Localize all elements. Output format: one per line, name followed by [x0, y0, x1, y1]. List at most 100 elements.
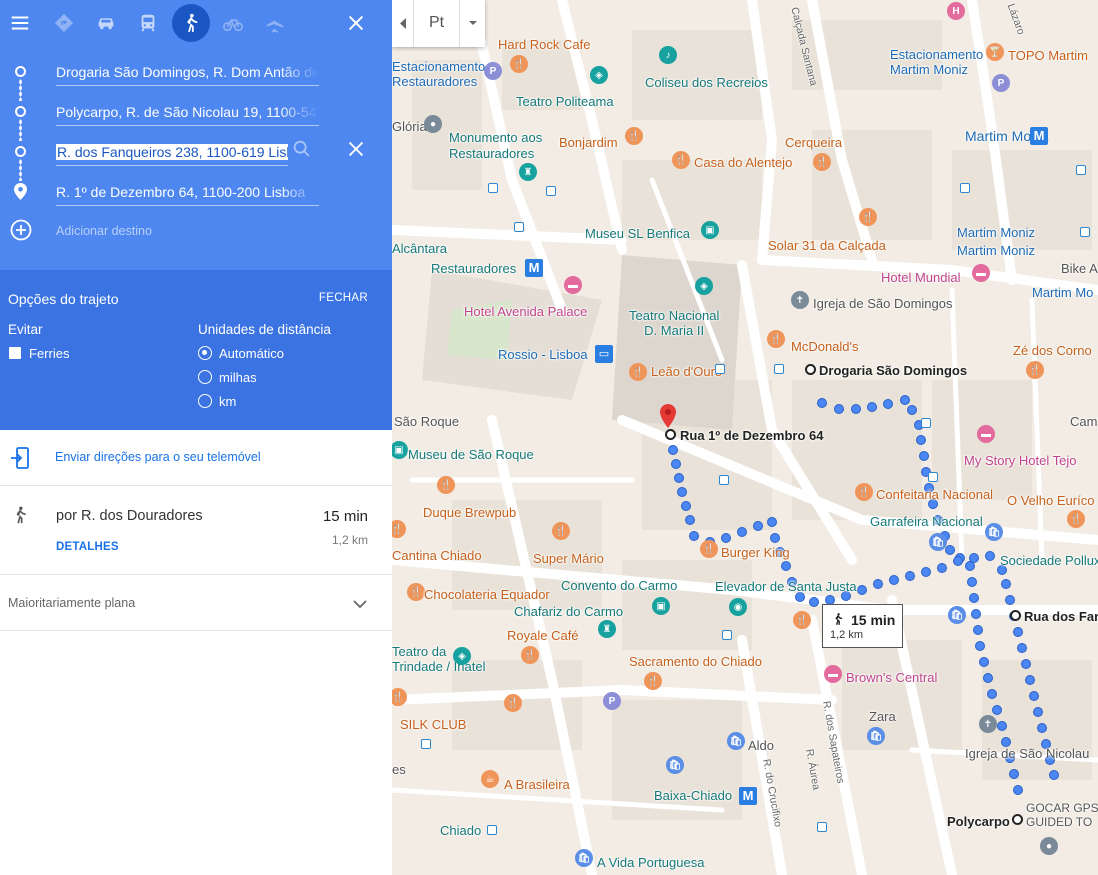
monument-icon[interactable]: ♜: [598, 620, 616, 638]
map-label[interactable]: Hard Rock Cafe: [498, 37, 590, 52]
map-label[interactable]: Cam: [1070, 414, 1097, 429]
map-label[interactable]: Estacionamento Martim Moniz: [890, 47, 983, 77]
menu-icon[interactable]: [1, 4, 39, 42]
hotel-icon[interactable]: ▬: [564, 276, 582, 294]
map-label[interactable]: Baixa-Chiado: [654, 788, 732, 803]
map-label[interactable]: Cantina Chiado: [392, 548, 482, 563]
map-label[interactable]: Teatro Nacional D. Maria II: [629, 308, 719, 338]
map-label[interactable]: A Brasileira: [504, 777, 570, 792]
restaurant-icon[interactable]: 🍴: [504, 694, 522, 712]
map-label[interactable]: Chafariz do Carmo: [514, 604, 623, 619]
map-label[interactable]: Casa do Alentejo: [694, 155, 792, 170]
map-label[interactable]: SILK CLUB: [400, 717, 466, 732]
close-icon[interactable]: [337, 4, 375, 42]
route-option-card[interactable]: por R. dos Douradores 15 min 1,2 km DETA…: [0, 487, 392, 575]
map-label[interactable]: Teatro Politeama: [516, 94, 614, 109]
restaurant-icon[interactable]: 🍴: [855, 483, 873, 501]
map-label[interactable]: es: [392, 762, 406, 777]
map-label[interactable]: Aldo: [748, 738, 774, 753]
map-label[interactable]: My Story Hotel Tejo: [964, 453, 1076, 468]
map-label[interactable]: Alcântara: [392, 241, 447, 256]
map-label[interactable]: Igreja de São Domingos: [813, 296, 952, 311]
details-button[interactable]: DETALHES: [56, 541, 119, 553]
map-label[interactable]: Cerqueira: [785, 135, 842, 150]
restaurant-icon[interactable]: 🍴: [437, 476, 455, 494]
map-label[interactable]: Rua 1º de Dezembro 64: [680, 428, 823, 443]
map-label[interactable]: Solar 31 da Calçada: [768, 238, 886, 253]
bus-stop-icon[interactable]: [921, 418, 931, 428]
hotel-icon[interactable]: ▬: [972, 264, 990, 282]
bus-stop-icon[interactable]: [722, 630, 732, 640]
search-icon[interactable]: [291, 138, 313, 165]
unit-miles-radio[interactable]: [198, 370, 212, 384]
map-label[interactable]: A Vida Portuguesa: [597, 855, 704, 870]
waypoint-marker[interactable]: [1012, 814, 1023, 825]
map-label[interactable]: Zé dos Corno: [1013, 343, 1092, 358]
map-label[interactable]: Martim Moniz: [957, 243, 1035, 258]
hotel-icon[interactable]: ▬: [824, 665, 842, 683]
restaurant-icon[interactable]: 🍴: [767, 330, 785, 348]
church-icon[interactable]: ✝: [979, 715, 997, 733]
bus-stop-icon[interactable]: [715, 364, 725, 374]
bus-stop-icon[interactable]: [817, 822, 827, 832]
map-label[interactable]: Rossio - Lisboa: [498, 347, 588, 362]
metro-icon[interactable]: M: [525, 259, 543, 277]
parking-icon[interactable]: P: [484, 62, 502, 80]
hotel-icon[interactable]: ▬: [977, 425, 995, 443]
restaurant-icon[interactable]: 🍴: [552, 522, 570, 540]
bus-stop-icon[interactable]: [774, 364, 784, 374]
map-label[interactable]: Hotel Avenida Palace: [464, 304, 587, 319]
send-to-phone-row[interactable]: Enviar direções para o seu telemóvel: [0, 430, 392, 486]
bicycle-icon[interactable]: [214, 4, 252, 42]
unit-km-radio[interactable]: [198, 394, 212, 408]
restaurant-icon[interactable]: 🍴: [672, 151, 690, 169]
bus-stop-icon[interactable]: [1076, 165, 1086, 175]
destination-marker[interactable]: [665, 429, 676, 440]
route-duration-tooltip[interactable]: 15 min 1,2 km: [822, 604, 903, 648]
shopping-icon[interactable]: 🛍: [666, 756, 684, 774]
map-label[interactable]: Polycarpo: [947, 814, 1010, 829]
bus-stop-icon[interactable]: [514, 222, 524, 232]
shopping-icon[interactable]: 🛍: [727, 732, 745, 750]
remove-waypoint-icon[interactable]: [345, 138, 367, 165]
car-icon[interactable]: [87, 4, 125, 42]
map-label[interactable]: GOCAR GPS GUIDED TO: [1026, 801, 1098, 829]
map-label[interactable]: Glória: [392, 119, 427, 134]
waypoint-marker[interactable]: [1010, 610, 1021, 621]
map-label[interactable]: Chocolateria Equador: [424, 587, 550, 602]
language-dropdown-icon[interactable]: [459, 0, 485, 47]
restaurant-icon[interactable]: 🍴: [700, 540, 718, 558]
music-icon[interactable]: ♪: [659, 46, 677, 64]
map-label[interactable]: Duque Brewpub: [423, 505, 516, 520]
map-label[interactable]: Teatro da Trindade / Inatel: [392, 644, 485, 674]
restaurant-icon[interactable]: 🍴: [644, 672, 662, 690]
restaurant-icon[interactable]: 🍴: [793, 611, 811, 629]
walk-icon[interactable]: [172, 4, 210, 42]
map-label[interactable]: Igreja de São Nicolau: [965, 746, 1089, 761]
map-canvas[interactable]: Pt Hard Rock Cafe 🍴 Estacionamento Resta…: [392, 0, 1098, 875]
restaurant-icon[interactable]: 🍴: [407, 583, 425, 601]
map-label[interactable]: Estacionamento Restauradores: [392, 59, 492, 89]
waypoint-input[interactable]: R. 1º de Dezembro 64, 1100-200 Lisboa: [56, 180, 319, 206]
bus-stop-icon[interactable]: [487, 825, 497, 835]
map-label[interactable]: Drogaria São Domingos: [819, 363, 967, 378]
bus-stop-icon[interactable]: [421, 739, 431, 749]
map-label[interactable]: Elevador de Santa Justa: [715, 579, 857, 594]
landmark-icon[interactable]: ●: [424, 115, 442, 133]
best-route-icon[interactable]: [45, 4, 83, 42]
museum-icon[interactable]: ▣: [701, 221, 719, 239]
map-label[interactable]: Museu de São Roque: [408, 447, 534, 462]
map-label[interactable]: Hotel Mundial: [881, 270, 961, 285]
restaurant-icon[interactable]: 🍴: [813, 153, 831, 171]
map-label[interactable]: Zara: [869, 709, 896, 724]
map-label[interactable]: Coliseu dos Recreios: [645, 75, 768, 90]
send-to-phone-link[interactable]: Enviar direções para o seu telemóvel: [55, 450, 261, 464]
viewpoint-icon[interactable]: ◉: [729, 598, 747, 616]
close-options-button[interactable]: FECHAR: [319, 292, 368, 304]
church-icon[interactable]: ✝: [791, 291, 809, 309]
restaurant-icon[interactable]: 🍴: [1026, 361, 1044, 379]
museum-icon[interactable]: ▣: [652, 597, 670, 615]
shopping-icon[interactable]: 🛍: [948, 606, 966, 624]
map-label[interactable]: Bike A: [1061, 261, 1098, 276]
map-label[interactable]: Brown's Central: [846, 670, 937, 685]
